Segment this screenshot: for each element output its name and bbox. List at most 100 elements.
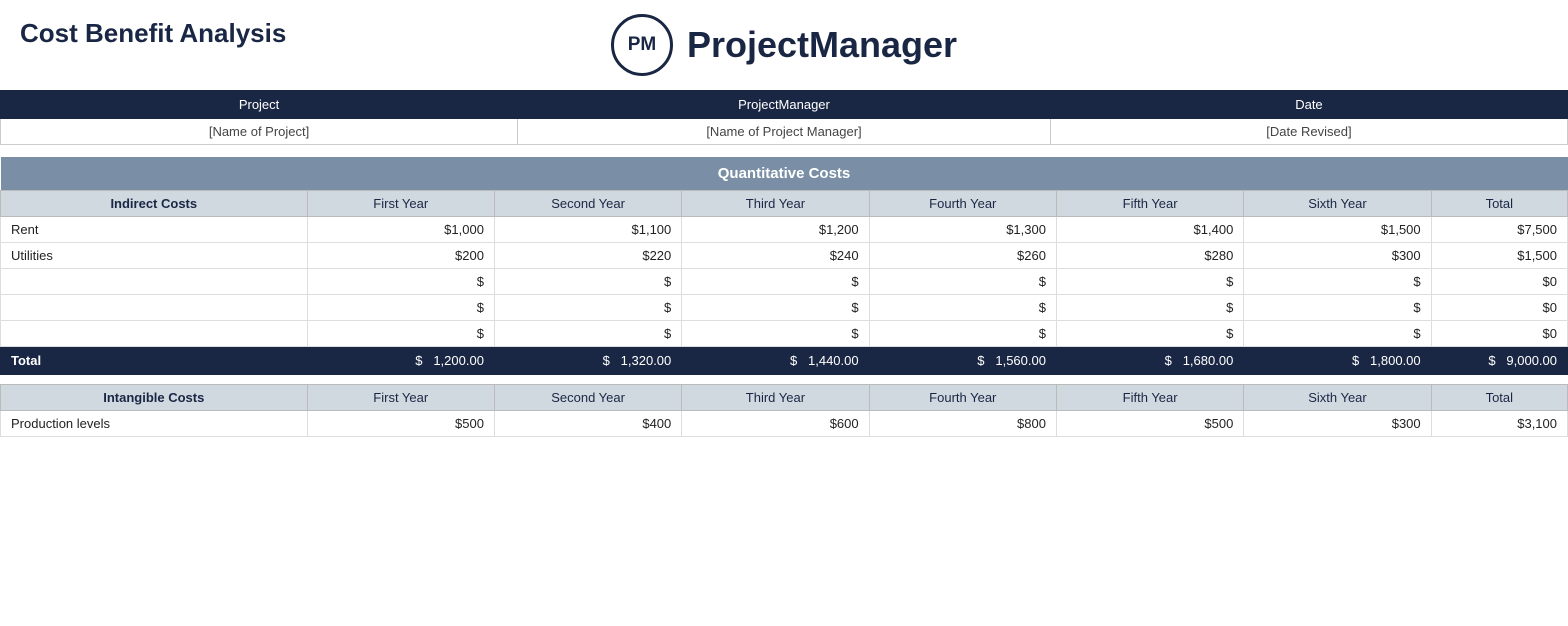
row-y6: $300: [1244, 243, 1431, 269]
col-header-int-total: Total: [1431, 385, 1567, 411]
row-y5: $: [1056, 295, 1243, 321]
row-y1: $: [307, 321, 494, 347]
row-total: $7,500: [1431, 217, 1567, 243]
row-y4: $: [869, 321, 1056, 347]
row-y1: $200: [307, 243, 494, 269]
row-y4: $: [869, 269, 1056, 295]
info-col1-value: [Name of Project]: [1, 119, 518, 145]
col-header-int-y4: Fourth Year: [869, 385, 1056, 411]
row-label: [1, 295, 308, 321]
table-row: Utilities $200 $220 $240 $260 $280 $300 …: [1, 243, 1568, 269]
row-y6: $: [1244, 321, 1431, 347]
row-y6: $: [1244, 295, 1431, 321]
row-total: $0: [1431, 321, 1567, 347]
row-y1: $1,000: [307, 217, 494, 243]
row-y6: $: [1244, 269, 1431, 295]
row-label: [1, 269, 308, 295]
row-y2: $1,100: [494, 217, 681, 243]
info-col3-value: [Date Revised]: [1050, 119, 1567, 145]
col-header-intangible: Intangible Costs: [1, 385, 308, 411]
col-header-int-y3: Third Year: [682, 385, 869, 411]
row-y3: $1,200: [682, 217, 869, 243]
logo-area: PM ProjectManager: [611, 14, 957, 76]
table-row: $ $ $ $ $ $ $0: [1, 295, 1568, 321]
col-header-y1: First Year: [307, 191, 494, 217]
spacing-row: [1, 375, 1568, 385]
total-y1: $ 1,200.00: [307, 347, 494, 375]
row-y4: $800: [869, 411, 1056, 437]
logo-name: ProjectManager: [687, 24, 957, 66]
info-col2-value: [Name of Project Manager]: [518, 119, 1051, 145]
total-y2: $ 1,320.00: [494, 347, 681, 375]
quantitative-title: Quantitative Costs: [1, 157, 1568, 191]
col-header-int-y1: First Year: [307, 385, 494, 411]
row-y4: $1,300: [869, 217, 1056, 243]
intangible-col-headers: Intangible Costs First Year Second Year …: [1, 385, 1568, 411]
col-header-y4: Fourth Year: [869, 191, 1056, 217]
row-y5: $500: [1056, 411, 1243, 437]
col-header-indirect: Indirect Costs: [1, 191, 308, 217]
row-y5: $: [1056, 269, 1243, 295]
info-col1-label: Project: [1, 91, 518, 119]
row-y2: $400: [494, 411, 681, 437]
main-table: Quantitative Costs Indirect Costs First …: [0, 157, 1568, 437]
row-label: [1, 321, 308, 347]
row-y5: $1,400: [1056, 217, 1243, 243]
total-label: Total: [1, 347, 308, 375]
total-y3: $ 1,440.00: [682, 347, 869, 375]
total-y5: $ 1,680.00: [1056, 347, 1243, 375]
info-table: Project ProjectManager Date [Name of Pro…: [0, 90, 1568, 145]
row-y4: $: [869, 295, 1056, 321]
row-label: Production levels: [1, 411, 308, 437]
row-y1: $: [307, 295, 494, 321]
col-header-int-y5: Fifth Year: [1056, 385, 1243, 411]
col-header-y6: Sixth Year: [1244, 191, 1431, 217]
total-y6: $ 1,800.00: [1244, 347, 1431, 375]
col-header-total: Total: [1431, 191, 1567, 217]
col-header-int-y6: Sixth Year: [1244, 385, 1431, 411]
row-y4: $260: [869, 243, 1056, 269]
row-y3: $: [682, 321, 869, 347]
row-y6: $300: [1244, 411, 1431, 437]
col-header-y5: Fifth Year: [1056, 191, 1243, 217]
row-y5: $: [1056, 321, 1243, 347]
table-row: Production levels $500 $400 $600 $800 $5…: [1, 411, 1568, 437]
row-label: Utilities: [1, 243, 308, 269]
indirect-total-row: Total $ 1,200.00 $ 1,320.00 $ 1,440.00 $…: [1, 347, 1568, 375]
row-total: $1,500: [1431, 243, 1567, 269]
quantitative-section-header: Quantitative Costs: [1, 157, 1568, 191]
info-col2-label: ProjectManager: [518, 91, 1051, 119]
row-y1: $: [307, 269, 494, 295]
row-y6: $1,500: [1244, 217, 1431, 243]
indirect-col-headers: Indirect Costs First Year Second Year Th…: [1, 191, 1568, 217]
page-title: Cost Benefit Analysis: [20, 18, 286, 49]
table-row: Rent $1,000 $1,100 $1,200 $1,300 $1,400 …: [1, 217, 1568, 243]
total-all: $ 9,000.00: [1431, 347, 1567, 375]
col-header-y3: Third Year: [682, 191, 869, 217]
header: Cost Benefit Analysis PM ProjectManager: [0, 0, 1568, 84]
col-header-int-y2: Second Year: [494, 385, 681, 411]
page: Cost Benefit Analysis PM ProjectManager …: [0, 0, 1568, 626]
info-col3-label: Date: [1050, 91, 1567, 119]
row-y5: $280: [1056, 243, 1243, 269]
total-y4: $ 1,560.00: [869, 347, 1056, 375]
row-label: Rent: [1, 217, 308, 243]
row-y3: $: [682, 295, 869, 321]
row-y3: $: [682, 269, 869, 295]
row-total: $0: [1431, 295, 1567, 321]
row-y3: $240: [682, 243, 869, 269]
row-y2: $: [494, 321, 681, 347]
row-y3: $600: [682, 411, 869, 437]
table-row: $ $ $ $ $ $ $0: [1, 321, 1568, 347]
row-total: $0: [1431, 269, 1567, 295]
row-y1: $500: [307, 411, 494, 437]
info-value-row: [Name of Project] [Name of Project Manag…: [1, 119, 1568, 145]
info-header-row: Project ProjectManager Date: [1, 91, 1568, 119]
table-row: $ $ $ $ $ $ $0: [1, 269, 1568, 295]
logo-icon: PM: [611, 14, 673, 76]
row-y2: $: [494, 269, 681, 295]
col-header-y2: Second Year: [494, 191, 681, 217]
row-y2: $220: [494, 243, 681, 269]
row-y2: $: [494, 295, 681, 321]
row-total: $3,100: [1431, 411, 1567, 437]
